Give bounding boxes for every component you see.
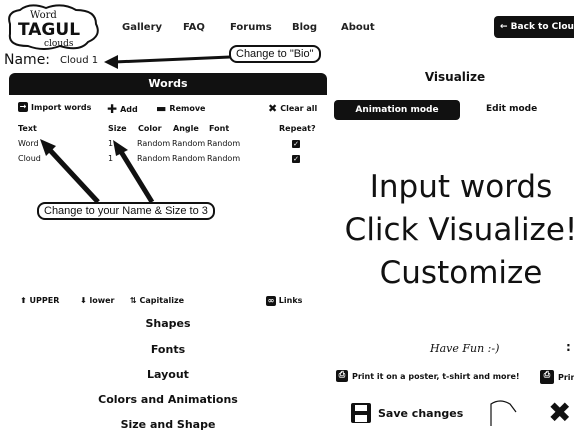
uppercase-label: UPPER — [29, 296, 60, 305]
tab-edit-mode[interactable]: Edit mode — [486, 104, 537, 114]
printer-icon: ⎙ — [336, 370, 348, 382]
visualize-button[interactable]: Visualize — [400, 70, 510, 84]
placeholder-line-3: Customize — [379, 255, 543, 291]
section-layout[interactable]: Layout — [9, 368, 327, 381]
arrow-down-icon: ⬇ — [80, 296, 87, 305]
column-header-color: Color — [138, 124, 162, 133]
section-fonts[interactable]: Fonts — [9, 343, 327, 356]
link-icon: ∞ — [266, 296, 276, 306]
placeholder-line-1: Input words — [369, 169, 553, 205]
print-poster-label: Print it on a poster, t-shirt and more! — [352, 371, 520, 381]
section-size-shape[interactable]: Size and Shape — [9, 418, 327, 431]
column-header-text: Text — [18, 124, 37, 133]
add-word-button[interactable]: ✚ Add — [107, 102, 138, 116]
colon-glyph: : — [566, 340, 571, 354]
repeat-checkbox[interactable]: ✓ — [292, 140, 300, 148]
capitalize-button[interactable]: ⇅ Capitalize — [130, 296, 184, 305]
page-curl-icon — [490, 400, 517, 426]
plus-icon: ✚ — [107, 102, 118, 116]
word-size-cell[interactable]: 1 — [108, 139, 113, 148]
lowercase-label: lower — [89, 296, 115, 305]
column-header-size: Size — [108, 124, 127, 133]
word-text-cell[interactable]: Cloud — [18, 154, 41, 163]
column-header-angle: Angle — [173, 124, 199, 133]
printer-icon: ⎙ — [540, 370, 554, 384]
print-poster-link[interactable]: ⎙ Print it on a poster, t-shirt and more… — [336, 370, 520, 382]
clear-all-label: Clear all — [280, 104, 318, 113]
repeat-checkbox[interactable]: ✓ — [292, 155, 300, 163]
word-font-cell[interactable]: Random — [207, 139, 240, 148]
import-icon: → — [18, 102, 28, 112]
word-color-cell[interactable]: Random — [137, 154, 170, 163]
clear-all-button[interactable]: ✖ Clear all — [268, 102, 317, 115]
import-words-label: Import words — [31, 102, 92, 112]
remove-label: Remove — [169, 104, 206, 113]
arrow-up-icon: ⬆ — [20, 296, 27, 305]
floppy-disk-icon — [351, 403, 371, 423]
arrows-updown-icon: ⇅ — [130, 296, 137, 305]
column-header-repeat: Repeat? — [279, 124, 316, 133]
callout-change-name-size: Change to your Name & Size to 3 — [37, 202, 215, 220]
close-icon[interactable]: ✖ — [548, 396, 571, 429]
section-shapes[interactable]: Shapes — [9, 317, 327, 330]
word-size-cell[interactable]: 1 — [108, 154, 113, 163]
import-words-button[interactable]: → Import words — [18, 102, 91, 112]
placeholder-line-2: Click Visualize! — [344, 212, 574, 248]
word-angle-cell[interactable]: Random — [172, 154, 205, 163]
have-fun-text: Have Fun :-) — [430, 342, 500, 355]
print-link-secondary[interactable]: ⎙ Prin — [540, 370, 574, 384]
lowercase-button[interactable]: ⬇ lower — [80, 296, 115, 305]
links-button[interactable]: ∞ Links — [266, 296, 302, 306]
callout-change-to-bio: Change to "Bio" — [229, 45, 321, 63]
add-label: Add — [120, 104, 138, 114]
links-label: Links — [278, 296, 303, 305]
column-header-font: Font — [209, 124, 230, 133]
remove-word-button[interactable]: ▬ Remove — [156, 102, 205, 115]
section-colors-animations[interactable]: Colors and Animations — [9, 393, 327, 406]
capitalize-label: Capitalize — [139, 296, 185, 305]
word-text-cell[interactable]: Word — [18, 139, 39, 148]
uppercase-button[interactable]: ⬆ UPPER — [20, 296, 59, 305]
minus-icon: ▬ — [156, 102, 167, 115]
print-short-label: Prin — [558, 372, 574, 382]
word-font-cell[interactable]: Random — [207, 154, 240, 163]
tab-animation-mode[interactable]: Animation mode — [334, 100, 460, 120]
save-changes-label: Save changes — [378, 406, 464, 420]
word-angle-cell[interactable]: Random — [172, 139, 205, 148]
words-panel-header[interactable]: Words — [9, 73, 327, 95]
x-icon: ✖ — [268, 102, 278, 115]
save-changes-button[interactable]: Save changes — [350, 402, 463, 424]
word-color-cell[interactable]: Random — [137, 139, 170, 148]
